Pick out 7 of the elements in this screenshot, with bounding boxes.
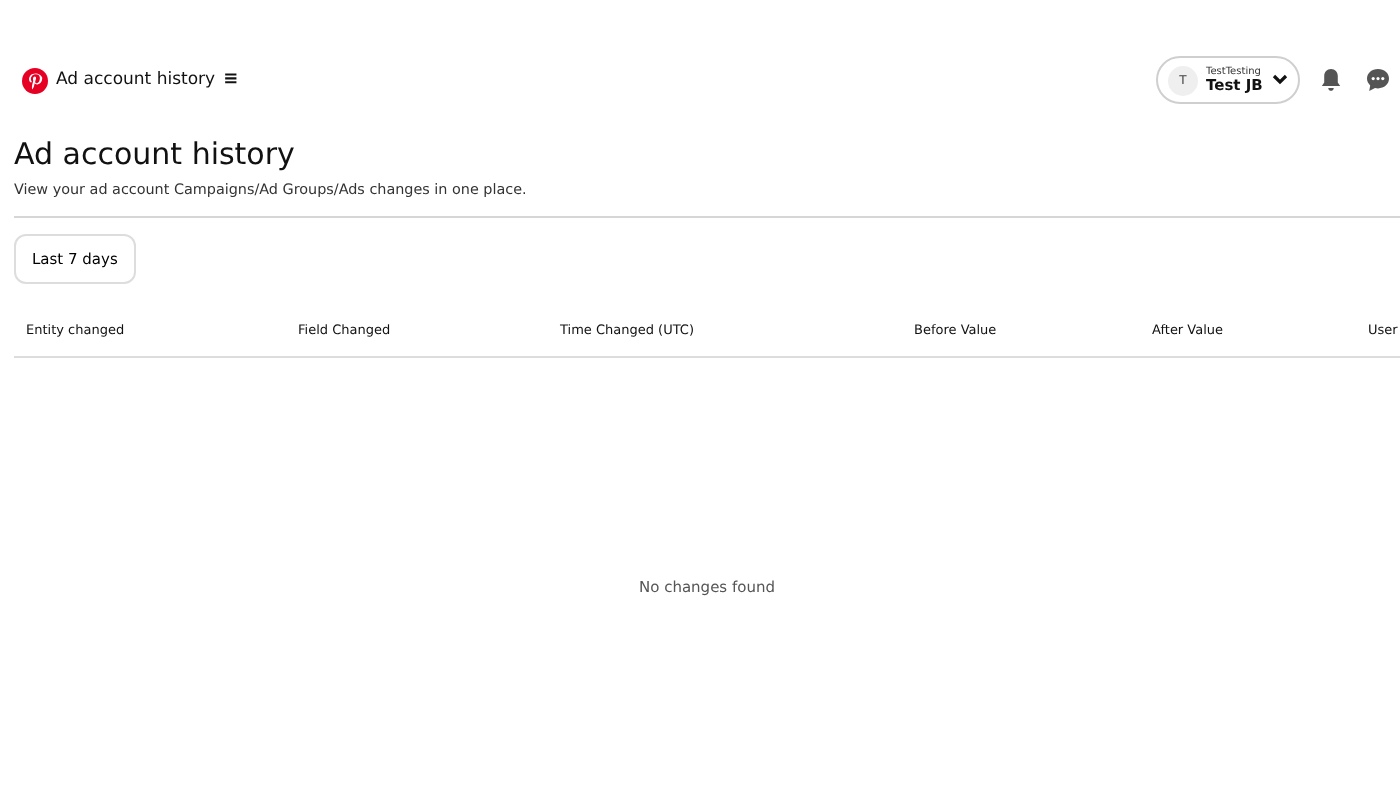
- logo-icon: [22, 67, 48, 93]
- bell-icon[interactable]: [1320, 68, 1342, 92]
- app-title: Ad account history: [56, 70, 216, 90]
- chat-icon[interactable]: [1366, 68, 1390, 92]
- menu-button[interactable]: ≡: [223, 70, 239, 90]
- page-title: Ad account history: [14, 136, 297, 172]
- chevron-icon: [1272, 74, 1288, 86]
